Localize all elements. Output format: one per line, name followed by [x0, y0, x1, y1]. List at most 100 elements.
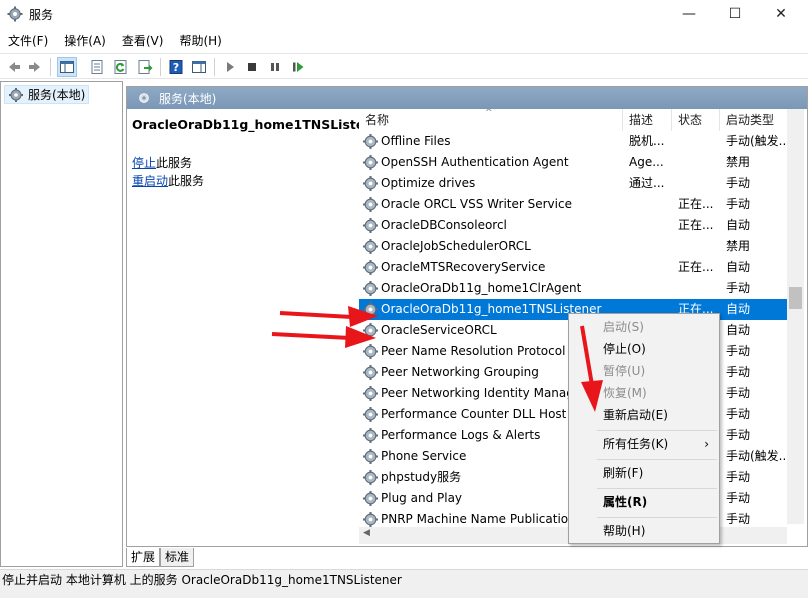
context-menu-resume[interactable]: 恢复(M)	[571, 382, 717, 404]
service-startup-type: 手动	[726, 365, 751, 379]
show-action-pane-button[interactable]	[189, 57, 209, 77]
context-menu-separator	[597, 488, 717, 489]
service-status	[678, 173, 720, 194]
minimize-button[interactable]: —	[666, 0, 712, 28]
context-menu-all-tasks-label: 所有任务(K)	[603, 437, 669, 451]
service-name: OracleOraDb11g_home1ClrAgent	[381, 281, 582, 295]
window-title: 服务	[29, 8, 54, 22]
context-menu-restart[interactable]: 重新启动(E)	[571, 404, 717, 426]
service-row[interactable]: OpenSSH Authentication Agent Age... 禁用	[359, 152, 791, 173]
tab-extended[interactable]: 扩展	[126, 548, 161, 567]
service-row[interactable]: OracleOraDb11g_home1ClrAgent 手动	[359, 278, 791, 299]
column-header-name-label: 名称	[365, 113, 390, 127]
sort-ascending-icon: ^	[485, 109, 493, 118]
show-hide-tree-icon	[60, 61, 74, 73]
show-hide-tree-button[interactable]	[57, 57, 77, 77]
tree-item-services-local[interactable]: 服务(本地)	[4, 85, 90, 104]
service-name: OracleMTSRecoveryService	[381, 260, 546, 274]
context-menu-pause[interactable]: 暂停(U)	[571, 360, 717, 382]
service-row[interactable]: OracleJobSchedulerORCL 禁用	[359, 236, 791, 257]
export-list-button[interactable]	[135, 57, 155, 77]
vertical-scrollbar-thumb[interactable]	[789, 287, 802, 309]
context-menu-properties[interactable]: 属性(R)	[571, 491, 717, 513]
service-startup-type: 手动	[726, 470, 751, 484]
service-gear-icon	[362, 406, 379, 423]
refresh-icon	[114, 60, 127, 74]
service-row[interactable]: Offline Files 脱机... 手动(触发...	[359, 131, 791, 152]
details-header: 服务(本地)	[127, 87, 807, 109]
context-menu-separator	[597, 459, 717, 460]
restart-service-suffix: 此服务	[168, 174, 205, 188]
service-startup-type: 手动	[726, 281, 751, 295]
column-header-startup-type-label: 启动类型	[726, 113, 775, 127]
refresh-button[interactable]	[111, 57, 131, 77]
service-status	[678, 131, 720, 152]
service-gear-icon	[362, 427, 379, 444]
menu-action[interactable]: 操作(A)	[56, 30, 114, 52]
help-button[interactable]: ?	[166, 57, 186, 77]
play-icon	[227, 62, 234, 72]
context-menu-all-tasks[interactable]: 所有任务(K) ›	[571, 433, 717, 455]
column-header-startup-type[interactable]: 启动类型	[720, 109, 791, 131]
toolbar: ?	[0, 53, 808, 79]
services-gear-icon	[9, 87, 23, 102]
restart-service-line: 重启动此服务	[132, 172, 204, 189]
service-gear-icon	[362, 259, 379, 276]
start-service-button[interactable]	[220, 57, 240, 77]
back-button[interactable]	[4, 57, 24, 77]
column-header-status-label: 状态	[678, 113, 703, 127]
restart-service-button[interactable]	[288, 57, 308, 77]
service-gear-icon	[362, 322, 379, 339]
service-description: Age...	[629, 155, 664, 169]
service-row[interactable]: Optimize drives 通过... 手动	[359, 173, 791, 194]
column-header-status[interactable]: 状态	[672, 109, 720, 131]
service-gear-icon	[362, 511, 379, 528]
tree-item-label: 服务(本地)	[28, 88, 86, 102]
properties-button[interactable]	[87, 57, 107, 77]
service-gear-icon	[362, 490, 379, 507]
service-startup-type: 自动	[726, 323, 751, 337]
service-row[interactable]: Oracle ORCL VSS Writer Service 正在... 手动	[359, 194, 791, 215]
column-header-description[interactable]: 描述	[623, 109, 672, 131]
service-gear-icon	[362, 469, 379, 486]
selected-service-title: OracleOraDb11g_home1TNSListener	[132, 117, 388, 132]
menu-view[interactable]: 查看(V)	[114, 30, 172, 52]
service-description: 通过...	[629, 176, 665, 190]
status-bar: 停止并启动 本地计算机 上的服务 OracleOraDb11g_home1TNS…	[0, 569, 808, 591]
back-icon	[9, 62, 20, 72]
context-menu-separator	[597, 430, 717, 431]
context-menu-separator	[597, 517, 717, 518]
submenu-arrow-icon: ›	[704, 437, 709, 451]
close-button[interactable]: ✕	[758, 0, 804, 28]
show-action-pane-icon	[192, 61, 206, 73]
service-description	[629, 236, 672, 257]
stop-service-link[interactable]: 停止	[132, 156, 156, 170]
menu-help[interactable]: 帮助(H)	[171, 30, 229, 52]
service-description	[629, 257, 672, 278]
context-menu-help[interactable]: 帮助(H)	[571, 520, 717, 542]
restart-service-link[interactable]: 重启动	[132, 174, 168, 188]
pause-service-button[interactable]	[265, 57, 285, 77]
service-gear-icon	[362, 175, 379, 192]
service-gear-icon	[362, 280, 379, 297]
toolbar-separator	[50, 58, 51, 76]
title-bar: 服务 — ☐ ✕	[0, 0, 808, 30]
menu-file[interactable]: 文件(F)	[0, 30, 56, 52]
forward-icon	[29, 62, 40, 72]
tab-standard[interactable]: 标准	[160, 548, 195, 567]
service-row[interactable]: OracleMTSRecoveryService 正在... 自动	[359, 257, 791, 278]
context-menu-start[interactable]: 启动(S)	[571, 316, 717, 338]
service-name: Offline Files	[381, 134, 451, 148]
context-menu-refresh[interactable]: 刷新(F)	[571, 462, 717, 484]
service-row[interactable]: OracleDBConsoleorcl 正在... 自动	[359, 215, 791, 236]
service-startup-type: 自动	[726, 218, 751, 232]
maximize-button[interactable]: ☐	[712, 0, 758, 28]
forward-button[interactable]	[25, 57, 45, 77]
column-header-name[interactable]: 名称 ^	[359, 109, 623, 131]
context-menu-stop[interactable]: 停止(O)	[571, 338, 717, 360]
service-name: Optimize drives	[381, 176, 476, 190]
toolbar-separator	[160, 58, 161, 76]
vertical-scrollbar[interactable]	[787, 109, 804, 524]
scroll-left-icon[interactable]: ◀	[363, 528, 370, 538]
stop-service-button[interactable]	[242, 57, 262, 77]
